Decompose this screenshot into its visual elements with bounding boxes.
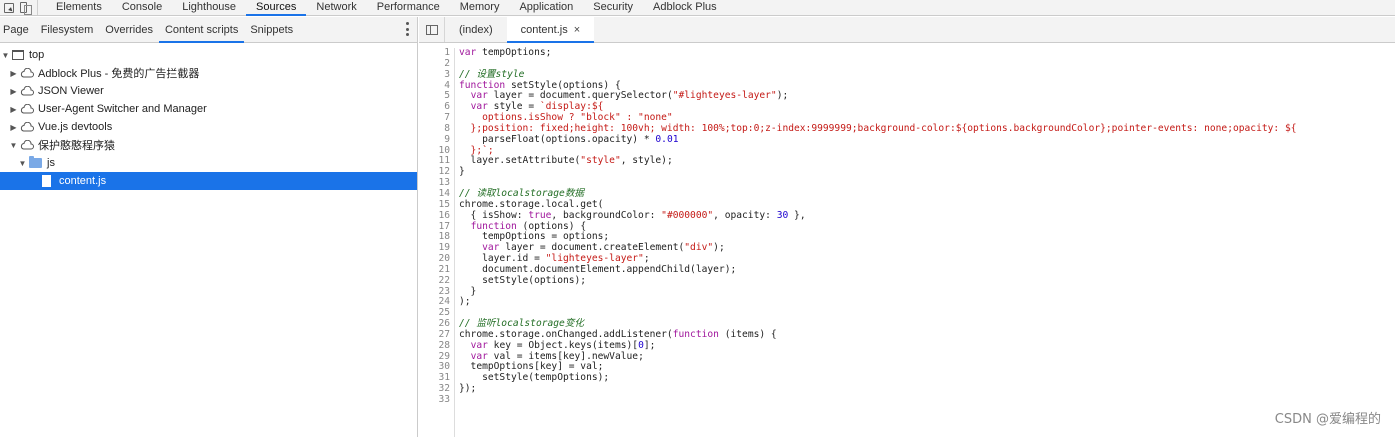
tab-memory[interactable]: Memory	[450, 0, 510, 15]
tree-item-extension[interactable]: ▶ Vue.js devtools	[0, 118, 417, 136]
code-line-text: });	[459, 383, 477, 395]
code-line: 12}	[419, 166, 1395, 178]
file-icon	[42, 175, 51, 187]
code-line-text: }	[459, 166, 465, 178]
tree-item-label: js	[47, 157, 55, 169]
line-number[interactable]: 9	[419, 134, 452, 146]
sidebar-toggle-icon	[425, 24, 438, 35]
frame-icon	[12, 50, 24, 60]
tab-console[interactable]: Console	[112, 0, 172, 15]
tree-item-extension[interactable]: ▼ 保护憨憨程序猿	[0, 136, 417, 154]
toolbar-icons	[0, 0, 38, 15]
sources-navigator: Page Filesystem Overrides Content script…	[0, 17, 418, 437]
editor-tab-label: (index)	[459, 23, 493, 36]
toggle-navigator-button[interactable]	[419, 17, 445, 42]
tab-filesystem[interactable]: Filesystem	[35, 17, 100, 42]
code-line: 31 setStyle(tempOptions);	[419, 372, 1395, 384]
navigator-tabs: Page Filesystem Overrides Content script…	[0, 17, 417, 43]
code-line-text: var tempOptions;	[459, 47, 552, 58]
code-line: 1 var tempOptions;	[419, 47, 1395, 59]
source-editor: (index) content.js × 1 var tempOptions; 2 3…	[419, 17, 1395, 437]
code-line: 28 var key = Object.keys(items)[0];	[419, 340, 1395, 352]
panel-tabs: Elements Console Lighthouse Sources Netw…	[38, 0, 727, 16]
collapsed-arrow-icon[interactable]: ▶	[9, 123, 18, 132]
more-options-icon[interactable]	[405, 22, 409, 36]
tab-overrides[interactable]: Overrides	[99, 17, 159, 42]
device-toolbar-icon[interactable]	[20, 2, 32, 15]
collapsed-arrow-icon[interactable]: ▶	[9, 87, 18, 96]
tab-network[interactable]: Network	[306, 0, 366, 15]
tree-item-extension[interactable]: ▶ JSON Viewer	[0, 82, 417, 100]
cloud-icon	[20, 68, 34, 78]
editor-tab-content-js[interactable]: content.js ×	[506, 17, 595, 43]
code-line: 3// 设置style	[419, 69, 1395, 81]
tree-item-folder[interactable]: ▼ js	[0, 154, 417, 172]
tab-application[interactable]: Application	[509, 0, 583, 15]
file-tree: ▼ top ▶ Adblock Plus - 免费的广告拦截器 ▶ JSON V…	[0, 43, 417, 190]
tree-item-label: Adblock Plus - 免费的广告拦截器	[38, 68, 200, 80]
code-line-text: );	[459, 296, 471, 308]
code-line: 11 layer.setAttribute("style", style);	[419, 156, 1395, 167]
tab-page[interactable]: Page	[0, 17, 35, 42]
line-number[interactable]: 3	[419, 69, 452, 81]
tab-adblock-plus[interactable]: Adblock Plus	[643, 0, 727, 15]
code-line: 33	[419, 394, 1395, 406]
tab-snippets[interactable]: Snippets	[244, 17, 299, 42]
close-icon[interactable]: ×	[574, 17, 580, 43]
inspect-element-icon[interactable]	[4, 2, 14, 13]
tree-item-label: content.js	[59, 175, 107, 187]
tab-content-scripts[interactable]: Content scripts	[158, 17, 245, 43]
line-number[interactable]: 33	[419, 394, 452, 406]
tree-item-extension[interactable]: ▶ User-Agent Switcher and Manager	[0, 100, 417, 118]
code-line: 23 }	[419, 286, 1395, 298]
code-area[interactable]: 1 var tempOptions; 2 3// 设置style 4 function s…	[419, 44, 1395, 437]
tab-lighthouse[interactable]: Lighthouse	[172, 0, 246, 15]
tree-item-file[interactable]: content.js	[0, 172, 417, 190]
tab-sources[interactable]: Sources	[246, 0, 307, 16]
code-line: 2	[419, 58, 1395, 70]
editor-tabs: (index) content.js ×	[419, 17, 1395, 43]
code-line: 22 setStyle(options);	[419, 274, 1395, 287]
code-lines: 1 var tempOptions; 2 3// 设置style 4 function s…	[419, 47, 1395, 406]
tree-item-label: JSON Viewer	[38, 85, 104, 97]
tab-elements[interactable]: Elements	[46, 0, 112, 15]
tree-item-extension[interactable]: ▶ Adblock Plus - 免费的广告拦截器	[0, 64, 417, 82]
line-number[interactable]: 16	[419, 210, 452, 222]
cloud-icon	[20, 140, 34, 150]
collapsed-arrow-icon[interactable]: ▶	[9, 105, 18, 114]
code-line-text: layer.setAttribute("style", style);	[459, 155, 673, 167]
line-number[interactable]: 28	[419, 340, 452, 352]
tree-item-label: User-Agent Switcher and Manager	[38, 103, 207, 115]
tab-security[interactable]: Security	[583, 0, 643, 15]
expanded-arrow-icon[interactable]: ▼	[9, 141, 18, 150]
expanded-arrow-icon[interactable]: ▼	[1, 51, 10, 60]
devtools-toolbar: Elements Console Lighthouse Sources Netw…	[0, 0, 1395, 16]
folder-icon	[29, 156, 42, 168]
expanded-arrow-icon[interactable]: ▼	[18, 159, 27, 168]
cloud-icon	[20, 86, 34, 96]
code-line: 32});	[419, 383, 1395, 395]
cloud-icon	[20, 122, 34, 132]
code-line: 9 parseFloat(options.opacity) * 0.01	[419, 134, 1395, 146]
line-number[interactable]: 22	[419, 275, 452, 287]
tree-item-label: top	[29, 49, 45, 61]
tree-item-top[interactable]: ▼ top	[0, 46, 417, 64]
tree-item-label: Vue.js devtools	[38, 121, 113, 133]
code-line: 24);	[419, 297, 1395, 308]
tree-item-label: 保护憨憨程序猿	[38, 140, 115, 152]
cloud-icon	[20, 104, 34, 114]
watermark: CSDN @爱编程的	[1274, 412, 1381, 427]
editor-tab-label: content.js	[520, 23, 568, 36]
code-line-text: setStyle(options);	[459, 274, 587, 286]
collapsed-arrow-icon[interactable]: ▶	[9, 69, 18, 78]
tab-performance[interactable]: Performance	[367, 0, 450, 15]
editor-tab-index[interactable]: (index)	[445, 17, 507, 42]
code-line: 16 { isShow: true, backgroundColor: "#00…	[419, 210, 1395, 222]
